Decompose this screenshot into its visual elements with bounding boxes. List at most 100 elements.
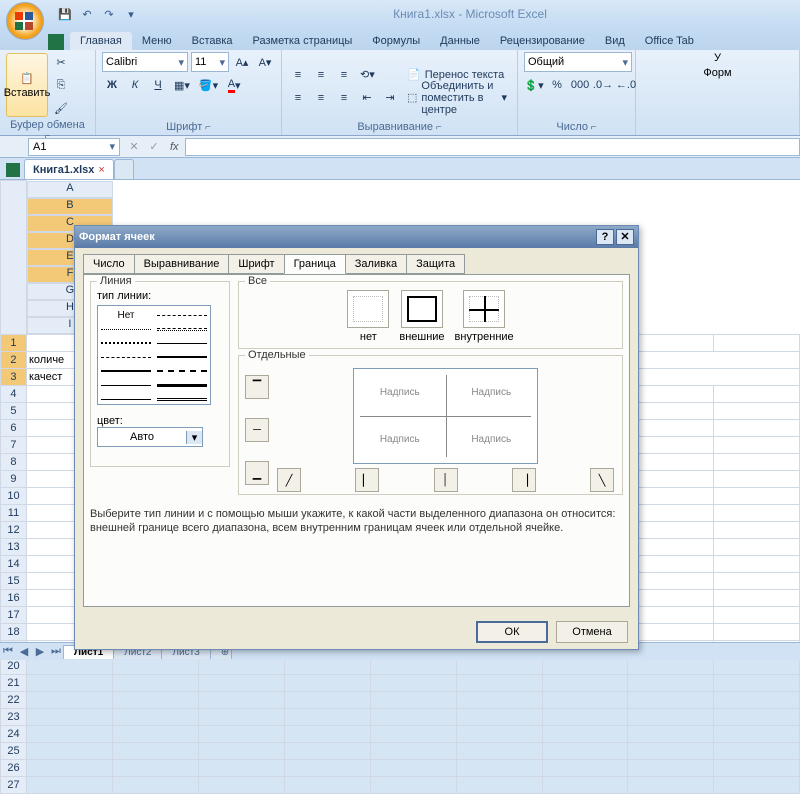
row-header[interactable]: 1: [1, 334, 27, 351]
tab-data[interactable]: Данные: [430, 32, 490, 50]
prev-sheet-icon[interactable]: ◀: [16, 645, 32, 658]
align-right-icon[interactable]: ≡: [334, 88, 354, 108]
fx-cancel-icon[interactable]: ✕: [124, 137, 144, 157]
row-header[interactable]: 14: [1, 555, 27, 572]
currency-icon[interactable]: 💲▾: [524, 75, 544, 95]
dlg-tab-fill[interactable]: Заливка: [345, 254, 407, 274]
preset-inside-button[interactable]: [463, 290, 505, 328]
close-icon[interactable]: ✕: [616, 229, 634, 245]
border-left-button[interactable]: ▏: [355, 468, 379, 492]
row-header[interactable]: 7: [1, 436, 27, 453]
row-header[interactable]: 17: [1, 606, 27, 623]
preset-none-button[interactable]: [347, 290, 389, 328]
col-header[interactable]: A: [27, 181, 113, 198]
row-header[interactable]: 2: [1, 351, 27, 368]
undo-icon[interactable]: ↶: [78, 5, 96, 23]
percent-button[interactable]: %: [547, 75, 567, 95]
tab-page-layout[interactable]: Разметка страницы: [243, 32, 363, 50]
dlg-tab-protection[interactable]: Защита: [406, 254, 465, 274]
copy-icon[interactable]: ⎘: [51, 75, 71, 95]
row-header[interactable]: 18: [1, 623, 27, 640]
row-header[interactable]: 12: [1, 521, 27, 538]
qat-customize-icon[interactable]: ▾: [122, 5, 140, 23]
close-icon[interactable]: ×: [98, 164, 104, 176]
row-header[interactable]: 8: [1, 453, 27, 470]
shrink-font-icon[interactable]: A▾: [255, 52, 275, 72]
underline-button[interactable]: Ч: [148, 75, 168, 95]
row-header[interactable]: 13: [1, 538, 27, 555]
row-header[interactable]: 27: [1, 776, 27, 793]
row-header[interactable]: 26: [1, 759, 27, 776]
align-top-icon[interactable]: ≡: [288, 65, 308, 85]
font-name-combo[interactable]: ▾: [102, 52, 188, 72]
dlg-tab-border[interactable]: Граница: [284, 254, 346, 274]
border-right-button[interactable]: ▕: [512, 468, 536, 492]
align-left-icon[interactable]: ≡: [288, 88, 308, 108]
dialog-title-bar[interactable]: Формат ячеек ? ✕: [75, 226, 638, 248]
dlg-tab-font[interactable]: Шрифт: [228, 254, 284, 274]
last-sheet-icon[interactable]: ⏭: [48, 645, 64, 658]
tab-view[interactable]: Вид: [595, 32, 635, 50]
row-header[interactable]: 21: [1, 674, 27, 691]
tab-insert[interactable]: Вставка: [182, 32, 243, 50]
border-icon[interactable]: ▦▾: [171, 75, 193, 95]
border-preview[interactable]: Надпись Надпись Надпись Надпись: [353, 368, 538, 464]
ok-button[interactable]: ОК: [476, 621, 548, 643]
format-painter-icon[interactable]: 🖌: [51, 98, 71, 118]
fill-color-icon[interactable]: 🪣▾: [196, 75, 221, 95]
font-size-combo[interactable]: ▾: [191, 52, 229, 72]
cut-icon[interactable]: ✂: [51, 52, 71, 72]
formula-input[interactable]: [185, 138, 800, 156]
file-tab[interactable]: Книга1.xlsx ×: [24, 159, 114, 179]
dlg-tab-alignment[interactable]: Выравнивание: [134, 254, 230, 274]
tab-home[interactable]: Главная: [70, 32, 132, 50]
row-header[interactable]: 15: [1, 572, 27, 589]
cancel-button[interactable]: Отмена: [556, 621, 628, 643]
italic-button[interactable]: К: [125, 75, 145, 95]
help-icon[interactable]: ?: [596, 229, 614, 245]
row-header[interactable]: 22: [1, 691, 27, 708]
row-header[interactable]: 11: [1, 504, 27, 521]
row-header[interactable]: 16: [1, 589, 27, 606]
dlg-tab-number[interactable]: Число: [83, 254, 135, 274]
row-header[interactable]: 10: [1, 487, 27, 504]
number-format-combo[interactable]: ▾: [524, 52, 632, 72]
bold-button[interactable]: Ж: [102, 75, 122, 95]
redo-icon[interactable]: ↷: [100, 5, 118, 23]
border-hmid-button[interactable]: ─: [245, 418, 269, 442]
name-box[interactable]: A1▾: [28, 138, 120, 156]
border-diag-down-button[interactable]: ╲: [590, 468, 614, 492]
orientation-icon[interactable]: ⟲▾: [357, 65, 378, 85]
row-header[interactable]: 5: [1, 402, 27, 419]
align-middle-icon[interactable]: ≡: [311, 65, 331, 85]
row-header[interactable]: 9: [1, 470, 27, 487]
tab-office-tab[interactable]: Office Tab: [635, 32, 704, 50]
row-header[interactable]: 3: [1, 368, 27, 385]
border-vmid-button[interactable]: │: [434, 468, 458, 492]
align-center-icon[interactable]: ≡: [311, 88, 331, 108]
line-style-list[interactable]: Нет: [97, 305, 211, 405]
col-header[interactable]: B: [27, 198, 113, 215]
row-header[interactable]: 24: [1, 725, 27, 742]
row-header[interactable]: 6: [1, 419, 27, 436]
office-button[interactable]: [6, 2, 44, 40]
new-tab-button[interactable]: [114, 159, 134, 179]
inc-decimal-icon[interactable]: .0→: [593, 75, 613, 95]
paste-button[interactable]: 📋 Вставить: [6, 53, 48, 117]
preset-outline-button[interactable]: [401, 290, 443, 328]
border-diag-up-button[interactable]: ╱: [277, 468, 301, 492]
next-sheet-icon[interactable]: ▶: [32, 645, 48, 658]
tab-review[interactable]: Рецензирование: [490, 32, 595, 50]
first-sheet-icon[interactable]: ⏮: [0, 645, 16, 658]
select-all-corner[interactable]: [1, 181, 27, 335]
row-header[interactable]: 4: [1, 385, 27, 402]
tab-menu[interactable]: Меню: [132, 32, 182, 50]
row-header[interactable]: 23: [1, 708, 27, 725]
line-style-none[interactable]: Нет: [101, 309, 151, 321]
fx-enter-icon[interactable]: ✓: [144, 137, 164, 157]
border-bottom-button[interactable]: ▁: [245, 461, 269, 485]
dec-decimal-icon[interactable]: ←.0: [616, 75, 636, 95]
merge-center-button[interactable]: ⬚ Объединить и поместить в центре ▾: [403, 88, 511, 108]
grow-font-icon[interactable]: A▴: [232, 52, 252, 72]
align-bottom-icon[interactable]: ≡: [334, 65, 354, 85]
